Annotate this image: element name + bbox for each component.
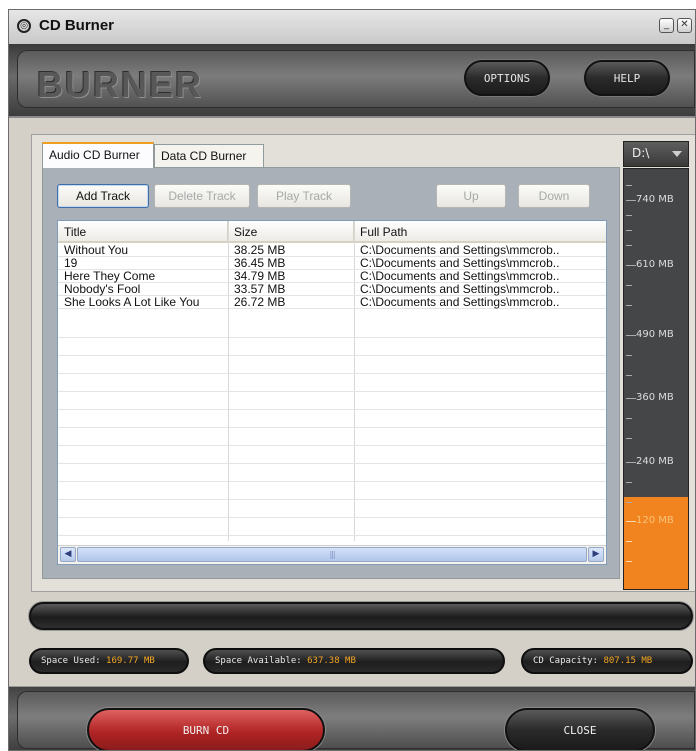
meter-tick — [626, 305, 632, 306]
track-title: 19 — [64, 256, 78, 270]
track-title: Here They Come — [64, 269, 156, 283]
track-path: C:\Documents and Settings\mmcrob.. — [360, 282, 560, 296]
burn-cd-button[interactable]: BURN CD — [87, 708, 325, 750]
main-panel: Audio CD Burner Data CD Burner Add Track… — [31, 134, 695, 592]
empty-row — [58, 523, 606, 536]
track-path: C:\Documents and Settings\mmcrob.. — [360, 256, 560, 270]
tab-data-cd-burner[interactable]: Data CD Burner — [154, 144, 264, 168]
help-button[interactable]: HELP — [584, 60, 670, 96]
burn-progress-bar — [29, 602, 693, 630]
track-size: 33.57 MB — [234, 282, 286, 296]
empty-row — [58, 343, 606, 356]
meter-tick — [626, 285, 632, 286]
audio-tab-content: Add Track Delete Track Play Track Up Dow… — [42, 167, 620, 579]
track-title: She Looks A Lot Like You — [64, 295, 200, 309]
meter-label-740: 740 MB — [636, 194, 674, 205]
empty-row — [58, 361, 606, 374]
capacity-meter: 740 MB 610 MB 490 MB 360 MB 240 MB 120 M… — [623, 168, 689, 590]
options-button[interactable]: OPTIONS — [464, 60, 550, 96]
meter-tick — [626, 502, 632, 503]
meter-tick — [626, 265, 636, 266]
empty-row — [58, 469, 606, 482]
track-path: C:\Documents and Settings\mmcrob.. — [360, 295, 560, 309]
window-title: CD Burner — [39, 17, 115, 34]
track-size: 38.25 MB — [234, 243, 286, 257]
drive-select-value: D:\ — [632, 146, 650, 160]
track-list[interactable]: Title Size Full Path Without You 38.25 M… — [57, 220, 607, 565]
meter-tick — [626, 245, 632, 246]
track-title: Without You — [64, 243, 129, 257]
meter-tick — [626, 521, 636, 522]
track-size: 34.79 MB — [234, 269, 286, 283]
play-track-button[interactable]: Play Track — [257, 184, 351, 208]
meter-tick — [626, 375, 632, 376]
tab-audio-cd-burner[interactable]: Audio CD Burner — [42, 142, 154, 168]
meter-label-490: 490 MB — [636, 329, 674, 340]
meter-tick — [626, 200, 636, 201]
chevron-down-icon — [672, 151, 682, 157]
empty-row — [58, 325, 606, 338]
close-window-button[interactable]: ✕ — [677, 18, 692, 33]
meter-tick — [626, 482, 632, 483]
space-used-label: Space Used: — [41, 656, 101, 666]
scroll-left-icon[interactable]: ◀ — [60, 547, 76, 562]
close-button[interactable]: CLOSE — [505, 708, 655, 750]
space-used-readout: Space Used: 169.77 MB — [29, 648, 189, 674]
cd-capacity-readout: CD Capacity: 807.15 MB — [521, 648, 693, 674]
cd-capacity-value: 807.15 MB — [603, 656, 653, 666]
meter-label-240: 240 MB — [636, 456, 674, 467]
meter-label-120: 120 MB — [636, 515, 674, 526]
cd-capacity-label: CD Capacity: — [533, 656, 599, 666]
space-available-label: Space Available: — [215, 656, 302, 666]
app-window: ◎ CD Burner _ ✕ BURNER OPTIONS HELP Audi… — [8, 9, 696, 751]
drive-select[interactable]: D:\ — [623, 141, 689, 167]
space-available-value: 637.38 MB — [307, 656, 356, 666]
column-header-size[interactable]: Size — [228, 221, 354, 243]
track-title: Nobody's Fool — [64, 282, 141, 296]
up-button[interactable]: Up — [436, 184, 506, 208]
meter-tick — [626, 561, 632, 562]
empty-row — [58, 415, 606, 428]
meter-tick — [626, 541, 632, 542]
app-logo-text: BURNER — [37, 64, 204, 105]
track-size: 26.72 MB — [234, 295, 286, 309]
table-row[interactable]: She Looks A Lot Like You 26.72 MB C:\Doc… — [58, 295, 606, 309]
empty-row — [58, 379, 606, 392]
delete-track-button[interactable]: Delete Track — [154, 184, 250, 208]
meter-tick — [626, 355, 632, 356]
meter-label-610: 610 MB — [636, 259, 674, 270]
meter-tick — [626, 335, 636, 336]
track-size: 36.45 MB — [234, 256, 286, 270]
empty-row — [58, 451, 606, 464]
column-header-full-path[interactable]: Full Path — [354, 221, 606, 243]
meter-tick — [626, 398, 636, 399]
space-available-readout: Space Available: 637.38 MB — [203, 648, 505, 674]
capacity-meter-fill — [624, 497, 688, 589]
meter-tick — [626, 215, 632, 216]
scrollbar-thumb[interactable]: ||| — [77, 547, 587, 562]
meter-tick — [626, 418, 632, 419]
title-bar[interactable]: ◎ CD Burner _ ✕ — [9, 10, 695, 45]
add-track-button[interactable]: Add Track — [57, 184, 149, 208]
space-used-value: 169.77 MB — [106, 656, 155, 666]
horizontal-scrollbar[interactable]: ◀ ||| ▶ — [58, 545, 606, 564]
down-button[interactable]: Down — [518, 184, 590, 208]
meter-label-360: 360 MB — [636, 392, 674, 403]
meter-tick — [626, 438, 632, 439]
track-path: C:\Documents and Settings\mmcrob.. — [360, 269, 560, 283]
track-path: C:\Documents and Settings\mmcrob.. — [360, 243, 560, 257]
meter-tick — [626, 185, 632, 186]
empty-row — [58, 505, 606, 518]
empty-row — [58, 397, 606, 410]
empty-row — [58, 487, 606, 500]
empty-row — [58, 433, 606, 446]
meter-tick — [626, 462, 636, 463]
app-logo-icon: ◎ — [17, 19, 31, 33]
minimize-button[interactable]: _ — [659, 18, 674, 33]
column-header-title[interactable]: Title — [58, 221, 228, 243]
scroll-right-icon[interactable]: ▶ — [588, 547, 604, 562]
meter-tick — [626, 230, 632, 231]
